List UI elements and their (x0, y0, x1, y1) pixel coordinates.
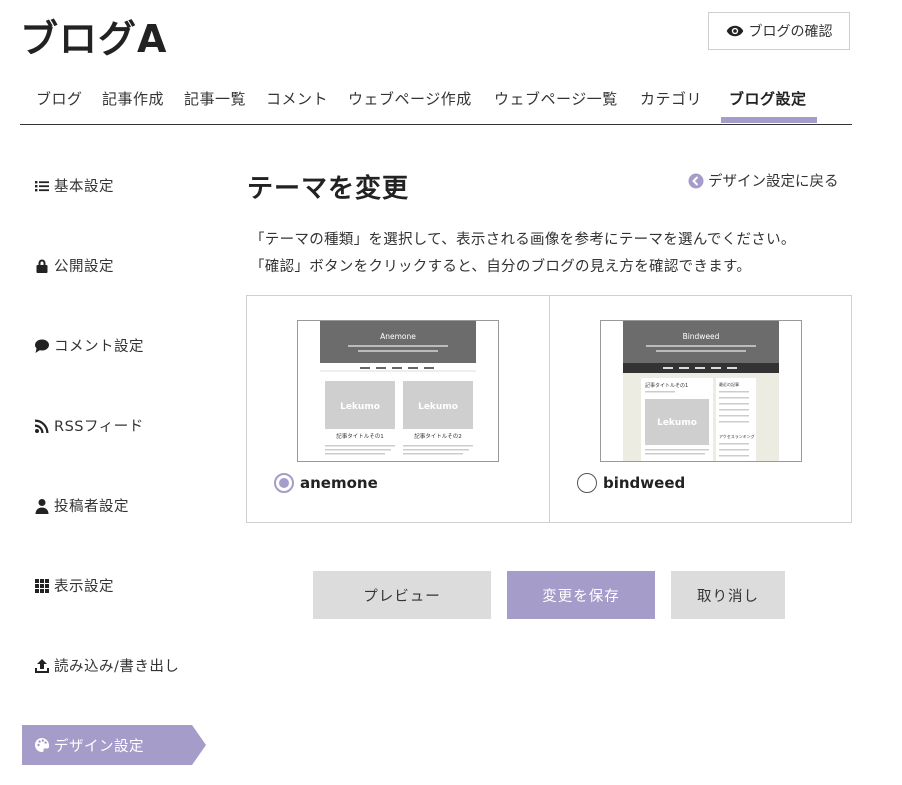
cancel-button[interactable]: 取り消し (671, 571, 785, 619)
blog-title: ブログA (20, 17, 168, 61)
theme-name-bindweed: bindweed (603, 474, 686, 492)
sidebar-item-import-export[interactable]: 読み込み/書き出し (34, 655, 179, 676)
eye-icon (726, 25, 743, 37)
theme-thumbnail-anemone[interactable]: Anemone Lekumo Lekumo 記事タイトルその1 記事タイトルその… (297, 320, 499, 462)
sidebar-item-design[interactable]: デザイン設定 (22, 725, 206, 765)
sidebar-item-author[interactable]: 投稿者設定 (34, 495, 129, 516)
sidebar-item-rss[interactable]: RSSフィード (34, 415, 144, 436)
confirm-blog-button[interactable]: ブログの確認 (708, 12, 850, 50)
description-line-2: 「確認」ボタンをクリックすると、自分のブログの見え方を確認できます。 (250, 259, 752, 275)
top-nav: ブログ 記事作成 記事一覧 コメント ウェブページ作成 ウェブページ一覧 カテゴ… (20, 80, 852, 125)
sidebar-item-label: 基本設定 (54, 179, 114, 195)
thumb-sidebar-heading: 最近の記事 (719, 381, 739, 387)
palette-icon (35, 738, 50, 752)
thumb-logo: Lekumo (418, 402, 458, 412)
thumb-post-title: 記事タイトルその1 (336, 432, 384, 440)
nav-active-indicator (721, 117, 817, 123)
rss-icon (35, 419, 49, 433)
list-icon (35, 180, 49, 191)
arrow-left-circle-icon (688, 173, 704, 188)
theme-radio-bindweed[interactable] (577, 473, 597, 493)
nav-item-webpage-list[interactable]: ウェブページ一覧 (494, 88, 618, 109)
sidebar-item-label: 読み込み/書き出し (54, 659, 180, 675)
sidebar-item-publish[interactable]: 公開設定 (34, 255, 114, 276)
theme-radio-anemone[interactable] (274, 473, 294, 493)
upload-icon (35, 658, 49, 673)
sidebar-item-label: デザイン設定 (54, 738, 144, 755)
thumb-sidebar-heading: アクセスランキング (719, 433, 755, 439)
thumb-post-title: 記事タイトルその1 (645, 382, 688, 389)
sidebar-item-label: RSSフィード (54, 419, 144, 435)
theme-divider (549, 296, 550, 522)
description-line-1: 「テーマの種類」を選択して、表示される画像を参考にテーマを選んでください。 (250, 232, 796, 248)
thumb-title: Anemone (380, 332, 416, 341)
sidebar-item-display[interactable]: 表示設定 (34, 575, 114, 596)
theme-selector: Anemone Lekumo Lekumo 記事タイトルその1 記事タイトルその… (246, 295, 852, 523)
nav-item-category[interactable]: カテゴリ (640, 88, 702, 109)
lock-icon (36, 259, 48, 273)
nav-item-blog[interactable]: ブログ (36, 88, 83, 109)
back-to-design-link[interactable]: デザイン設定に戻る (688, 170, 839, 191)
sidebar-item-basic[interactable]: 基本設定 (34, 175, 114, 196)
thumb-logo: Lekumo (340, 402, 380, 412)
sidebar-item-label: 表示設定 (54, 579, 114, 595)
grid-icon (35, 578, 49, 593)
preview-button[interactable]: プレビュー (313, 571, 491, 619)
speech-bubble-icon (35, 339, 49, 353)
nav-item-blog-settings[interactable]: ブログ設定 (729, 88, 807, 109)
nav-item-create-post[interactable]: 記事作成 (102, 88, 164, 109)
confirm-blog-label: ブログの確認 (748, 24, 833, 40)
sidebar-item-comment[interactable]: コメント設定 (34, 335, 144, 356)
sidebar-item-label: 投稿者設定 (54, 499, 129, 515)
sidebar-item-label: 公開設定 (54, 259, 114, 275)
nav-item-create-webpage[interactable]: ウェブページ作成 (348, 88, 472, 109)
sidebar-item-label: コメント設定 (54, 339, 144, 355)
thumb-logo: Lekumo (657, 418, 697, 428)
theme-name-anemone: anemone (300, 474, 378, 492)
nav-item-post-list[interactable]: 記事一覧 (184, 88, 246, 109)
back-link-label: デザイン設定に戻る (708, 174, 839, 190)
user-icon (35, 498, 49, 514)
thumb-post-title: 記事タイトルその2 (414, 432, 462, 440)
nav-item-comments[interactable]: コメント (266, 88, 328, 109)
save-changes-button[interactable]: 変更を保存 (507, 571, 655, 619)
theme-thumbnail-bindweed[interactable]: Bindweed 記事タイトルその1 Lekumo 最近の記事 アクセスランキン… (600, 320, 802, 462)
thumb-title: Bindweed (683, 332, 720, 341)
page-title: テーマを変更 (247, 174, 410, 204)
